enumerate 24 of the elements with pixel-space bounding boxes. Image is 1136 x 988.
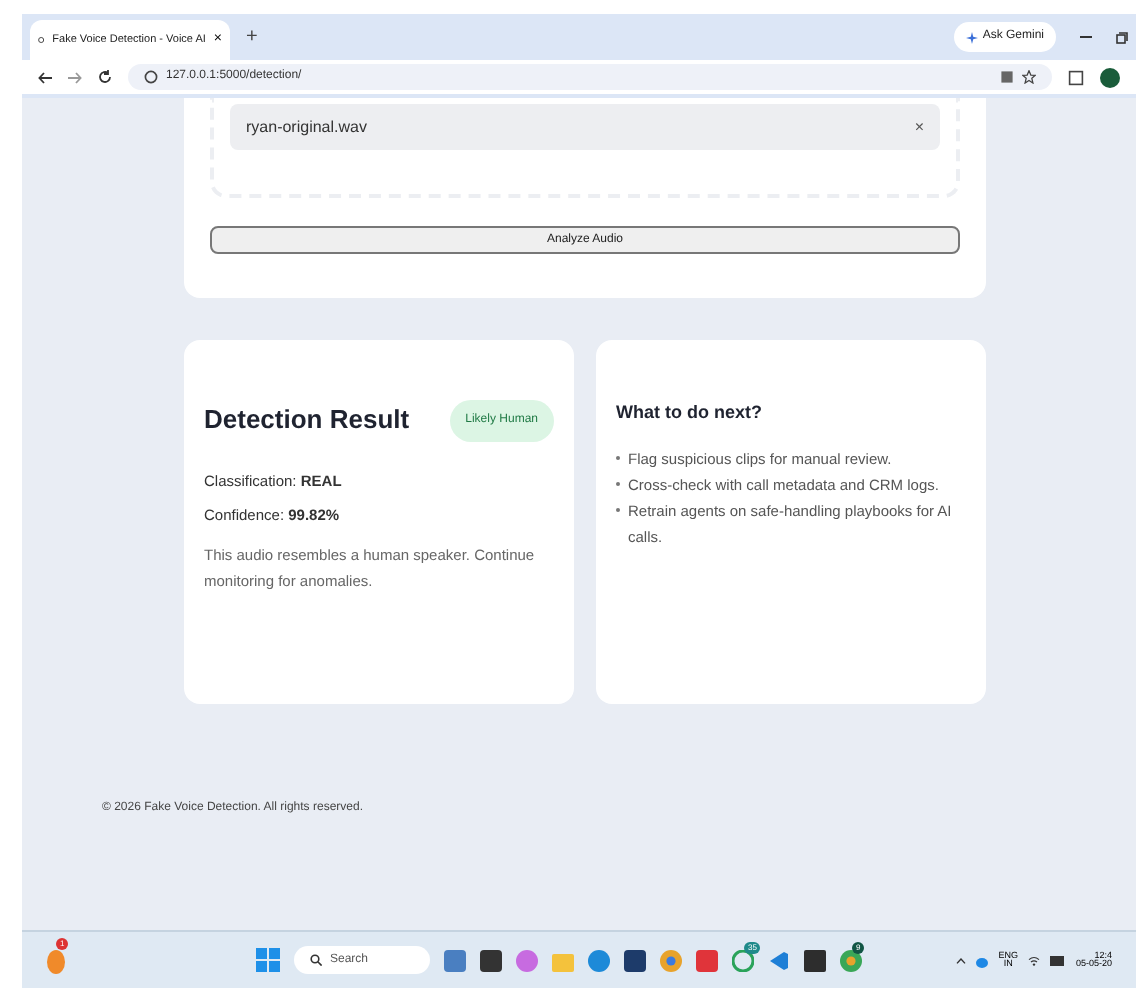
star-icon[interactable] bbox=[1022, 70, 1036, 84]
minimize-icon[interactable] bbox=[1080, 35, 1092, 39]
info-icon bbox=[144, 70, 158, 84]
start-icon[interactable] bbox=[256, 948, 280, 972]
wifi-icon[interactable] bbox=[1027, 955, 1040, 965]
new-tab-button[interactable]: + bbox=[238, 22, 266, 52]
search-icon bbox=[310, 954, 322, 966]
app-icon[interactable] bbox=[624, 949, 646, 971]
profile-avatar[interactable] bbox=[1100, 67, 1120, 87]
result-title: Detection Result bbox=[204, 402, 410, 439]
remove-file-button[interactable]: × bbox=[914, 115, 924, 139]
drop-icon bbox=[976, 953, 989, 967]
battery-icon bbox=[1049, 955, 1066, 965]
restore-icon[interactable] bbox=[1116, 31, 1128, 43]
reload-icon[interactable] bbox=[98, 70, 112, 84]
side-panel-icon[interactable] bbox=[1068, 69, 1084, 85]
chevron-up-icon[interactable] bbox=[956, 957, 967, 963]
forward-icon[interactable] bbox=[68, 71, 82, 83]
terminal-icon[interactable] bbox=[804, 949, 826, 971]
sparkle-icon bbox=[966, 31, 979, 43]
file-name: ryan-original.wav bbox=[246, 115, 367, 139]
back-icon[interactable] bbox=[38, 71, 52, 83]
next-steps-title: What to do next? bbox=[616, 399, 764, 425]
app-icon[interactable] bbox=[480, 949, 502, 971]
